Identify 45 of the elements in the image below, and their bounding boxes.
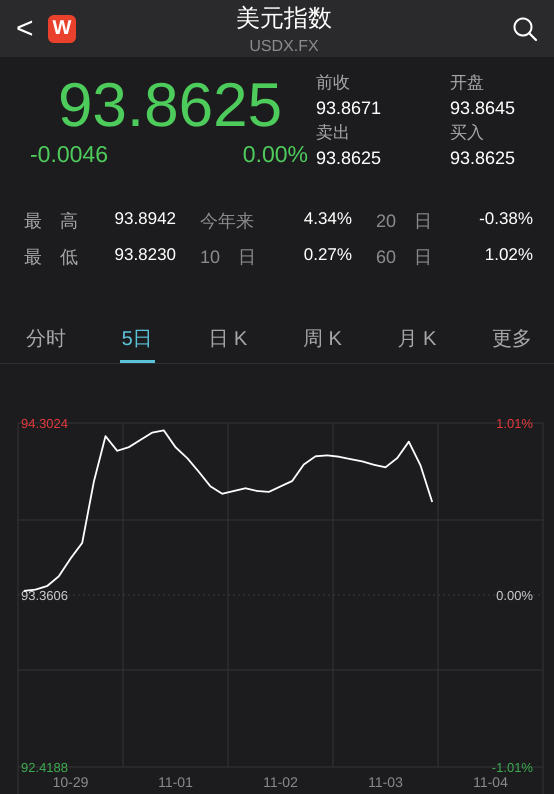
axis-label: 92.4188 <box>21 760 68 775</box>
axis-label: -1.01% <box>492 760 533 775</box>
stat-value: 93.8230 <box>114 245 176 266</box>
stat-value: 93.8625 <box>450 147 516 170</box>
stat-label: 开盘 <box>450 72 485 94</box>
stat-value: 1.02% <box>484 245 533 266</box>
app-logo: W <box>48 14 76 42</box>
stat-value: 4.34% <box>302 209 352 230</box>
stat-label: 前收 <box>316 72 351 94</box>
stat-value: -0.38% <box>478 209 533 230</box>
stat-value: 93.8942 <box>114 209 176 230</box>
chart-tab[interactable]: 日 K <box>206 321 250 363</box>
axis-label: 10-29 <box>52 774 88 790</box>
stat-label: 10 日 <box>200 246 256 269</box>
stat-label: 20 日 <box>376 210 432 233</box>
axis-label: 11-04 <box>473 774 508 790</box>
percent-change: 0.00% <box>242 141 308 168</box>
chart-tab[interactable]: 周 K <box>300 321 344 363</box>
axis-label: 11-03 <box>368 774 403 790</box>
stat-value: 0.27% <box>302 245 352 266</box>
stat-value: 93.8671 <box>316 97 382 120</box>
symbol-subtitle: USDX.FX <box>249 38 319 56</box>
axis-label: 11-02 <box>263 774 298 790</box>
chart-tab[interactable]: 分时 <box>24 321 68 363</box>
stat-label: 最 高 <box>24 210 78 233</box>
chart-tab[interactable]: 月 K <box>395 321 438 363</box>
stat-label: 卖出 <box>316 122 351 144</box>
chart-tab[interactable]: 更多 <box>490 321 534 363</box>
stat-label: 今年来 <box>200 210 254 233</box>
stat-label: 最 低 <box>24 246 78 269</box>
page-title: 美元指数 <box>236 4 332 34</box>
current-price: 93.8625 <box>56 71 284 141</box>
search-icon[interactable] <box>512 16 538 42</box>
back-button[interactable]: < <box>16 12 36 46</box>
chart-tab[interactable]: 5日 <box>120 321 155 363</box>
stat-value: 93.8625 <box>316 147 382 170</box>
axis-label: 1.01% <box>496 416 533 431</box>
axis-label: 0.00% <box>496 588 533 603</box>
stat-label: 买入 <box>450 122 485 144</box>
axis-label: 93.3606 <box>21 588 68 603</box>
price-change: -0.0046 <box>30 141 108 168</box>
axis-label: 11-01 <box>158 774 193 790</box>
stat-value: 93.8645 <box>450 97 516 120</box>
axis-label: 94.3024 <box>21 416 68 431</box>
stat-label: 60 日 <box>376 246 432 269</box>
